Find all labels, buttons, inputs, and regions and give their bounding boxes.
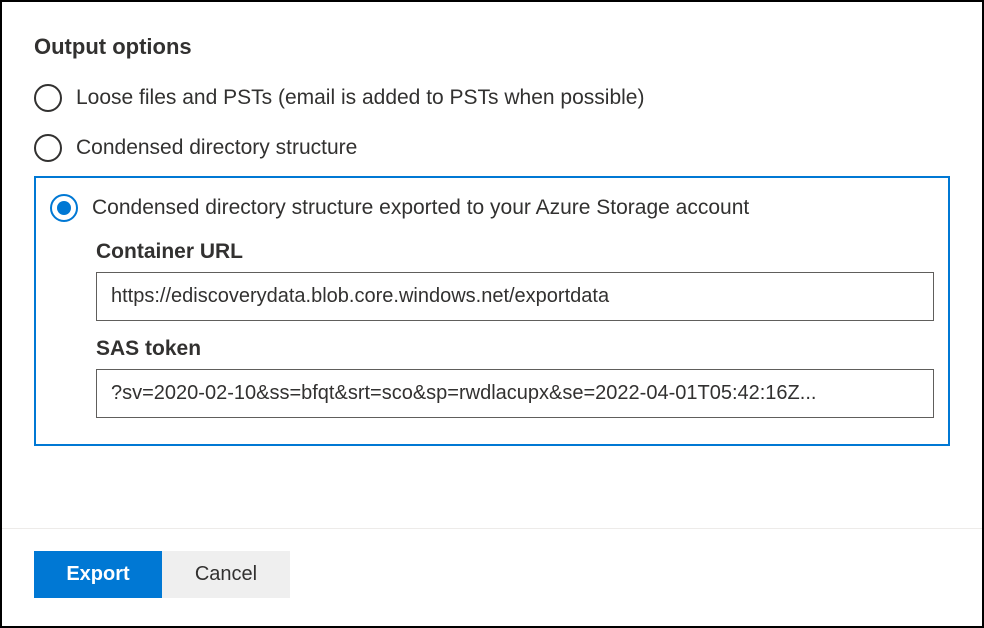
radio-icon — [34, 134, 62, 162]
radio-icon — [34, 84, 62, 112]
export-button[interactable]: Export — [34, 551, 162, 598]
radio-selected-icon — [50, 194, 78, 222]
sas-token-label: SAS token — [96, 337, 934, 361]
output-options-title: Output options — [34, 34, 950, 60]
radio-label-loose-files: Loose files and PSTs (email is added to … — [76, 86, 644, 110]
container-url-input[interactable] — [96, 272, 934, 321]
footer: Export Cancel — [2, 528, 982, 626]
sas-token-input[interactable] — [96, 369, 934, 418]
radio-loose-files[interactable]: Loose files and PSTs (email is added to … — [34, 84, 950, 112]
radio-condensed-azure[interactable]: Condensed directory structure exported t… — [50, 194, 934, 222]
selected-option-panel: Condensed directory structure exported t… — [34, 176, 950, 446]
radio-label-condensed-azure: Condensed directory structure exported t… — [92, 196, 749, 220]
container-url-label: Container URL — [96, 240, 934, 264]
radio-label-condensed: Condensed directory structure — [76, 136, 357, 160]
cancel-button[interactable]: Cancel — [162, 551, 290, 598]
radio-condensed[interactable]: Condensed directory structure — [34, 134, 950, 162]
